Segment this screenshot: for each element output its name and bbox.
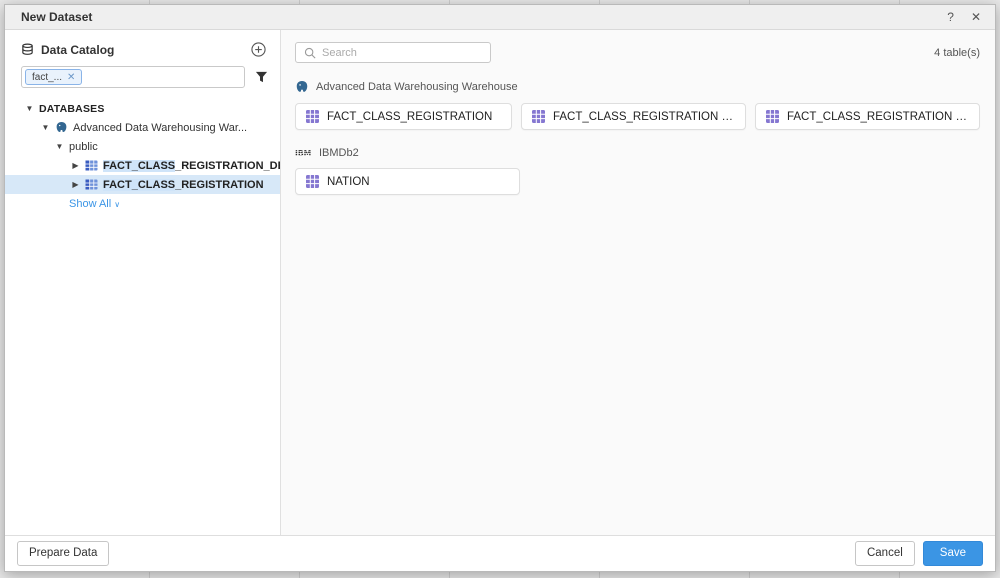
tree-node-databases[interactable]: ▼ DATABASES [5, 99, 280, 118]
tree-node-table[interactable]: ▶ FACT_CLASS_REGISTRATION_DEMO [5, 156, 280, 175]
footer-actions: Cancel Save [855, 541, 983, 566]
table-grid-icon [766, 110, 779, 123]
ibm-db2-icon: IBM [295, 148, 312, 158]
tree-database-label: Advanced Data Warehousing War... [73, 122, 247, 134]
tree-table-label: FACT_CLASS_REGISTRATION [103, 179, 264, 191]
section-title: IBMDb2 [319, 147, 359, 159]
section-header-ibmdb2: IBM IBMDb2 [295, 147, 980, 159]
caret-down-icon[interactable]: ▼ [55, 142, 64, 151]
dialog-titlebar: New Dataset ? ✕ [5, 5, 995, 30]
table-grid-icon [532, 110, 545, 123]
filter-chip[interactable]: fact_... ✕ [25, 69, 82, 85]
table-card[interactable]: FACT_CLASS_REGISTRATION [295, 103, 512, 130]
catalog-tree: ▼ DATABASES ▼ Advanced Data Warehousing … [5, 99, 280, 210]
section-header-warehouse: Advanced Data Warehousing Warehouse [295, 80, 980, 94]
table-card-row: FACT_CLASS_REGISTRATION FACT_CLASS_REGIS… [295, 103, 980, 130]
table-card-label: FACT_CLASS_REGISTRATION [327, 111, 492, 123]
section-title: Advanced Data Warehousing Warehouse [316, 81, 518, 93]
postgresql-icon [295, 80, 309, 94]
filter-row: fact_... ✕ [5, 57, 280, 88]
tree-node-schema[interactable]: ▼ public [5, 137, 280, 156]
add-data-source-icon[interactable] [251, 42, 266, 57]
sidebar-header: Data Catalog [5, 42, 280, 57]
caret-right-icon[interactable]: ▶ [71, 180, 80, 189]
table-card-row: NATION [295, 168, 980, 195]
table-card-label: FACT_CLASS_REGISTRATION (2) [553, 111, 735, 123]
caret-down-icon[interactable]: ▼ [25, 104, 34, 113]
cancel-button[interactable]: Cancel [855, 541, 915, 566]
database-stack-icon [21, 43, 34, 56]
chip-close-icon[interactable]: ✕ [67, 72, 75, 83]
dialog-body: Data Catalog fact_... ✕ [5, 30, 995, 535]
table-icon [85, 159, 98, 172]
table-search-box[interactable] [295, 42, 491, 63]
table-card-label: FACT_CLASS_REGISTRATION (3) [787, 111, 969, 123]
prepare-data-button[interactable]: Prepare Data [17, 541, 109, 566]
table-card[interactable]: NATION [295, 168, 520, 195]
table-card[interactable]: FACT_CLASS_REGISTRATION (3) [755, 103, 980, 130]
catalog-filter-input[interactable]: fact_... ✕ [21, 66, 245, 88]
tree-table-label: FACT_CLASS_REGISTRATION_DEMO [103, 160, 281, 172]
dialog-title: New Dataset [21, 10, 92, 24]
search-input[interactable] [322, 47, 482, 59]
table-card-label: NATION [327, 176, 370, 188]
data-catalog-sidebar: Data Catalog fact_... ✕ [5, 30, 281, 535]
table-count-label: 4 table(s) [934, 47, 980, 59]
sidebar-title: Data Catalog [41, 43, 114, 57]
titlebar-actions: ? ✕ [947, 11, 981, 23]
tree-node-database[interactable]: ▼ Advanced Data Warehousing War... [5, 118, 280, 137]
table-grid-icon [306, 110, 319, 123]
close-icon[interactable]: ✕ [971, 11, 981, 23]
tables-panel: 4 table(s) Advanced Data Warehousing War… [281, 30, 995, 535]
tree-node-table-selected[interactable]: ▶ FACT_CLASS_REGISTRATION [5, 175, 280, 194]
show-all-link[interactable]: Show All ∨ [5, 198, 280, 210]
caret-down-icon[interactable]: ▼ [41, 123, 50, 132]
main-toolbar: 4 table(s) [295, 42, 980, 63]
search-icon [304, 47, 316, 59]
filter-funnel-icon[interactable] [255, 71, 268, 84]
tree-schema-label: public [69, 141, 98, 153]
postgresql-icon [55, 121, 68, 134]
help-icon[interactable]: ? [947, 11, 954, 23]
new-dataset-dialog: New Dataset ? ✕ Data Catalog fact_... [4, 4, 996, 572]
table-card[interactable]: FACT_CLASS_REGISTRATION (2) [521, 103, 746, 130]
filter-chip-label: fact_... [32, 72, 62, 83]
caret-right-icon[interactable]: ▶ [71, 161, 80, 170]
tree-root-label: DATABASES [39, 103, 105, 115]
table-icon [85, 178, 98, 191]
table-grid-icon [306, 175, 319, 188]
dialog-footer: Prepare Data Cancel Save [5, 535, 995, 571]
chevron-down-icon: ∨ [114, 200, 120, 209]
save-button[interactable]: Save [923, 541, 983, 566]
